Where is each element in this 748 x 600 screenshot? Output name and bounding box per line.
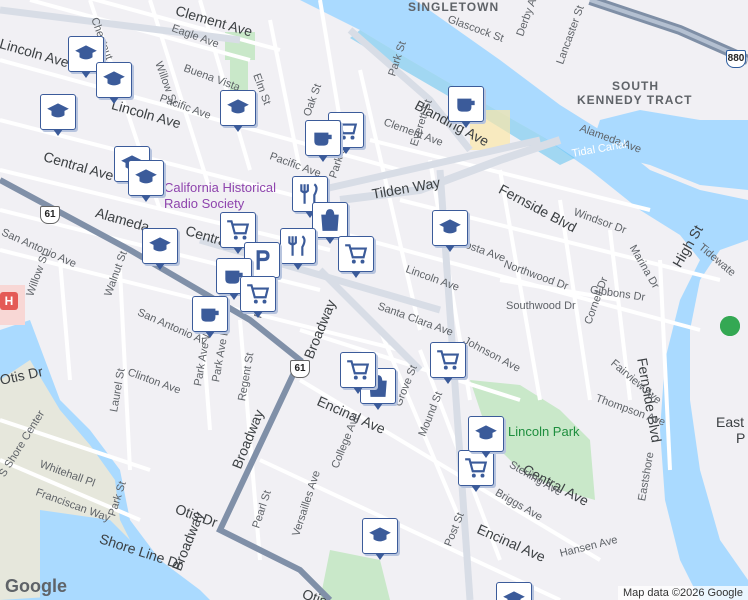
- marker-24[interactable]: [468, 416, 504, 458]
- school-icon: [475, 425, 497, 440]
- school-icon: [103, 71, 125, 86]
- interstate-880-shield: 880: [726, 50, 746, 68]
- neighborhood-label-singletown: SINGLETOWN: [408, 0, 500, 14]
- marker-17[interactable]: [240, 276, 276, 318]
- cafe-icon: [457, 98, 475, 112]
- marker-13[interactable]: [280, 228, 316, 270]
- parking-icon: [256, 250, 270, 270]
- marker-4[interactable]: [448, 86, 484, 128]
- marker-23[interactable]: [340, 352, 376, 394]
- marker-8[interactable]: [128, 160, 164, 202]
- shopping-cart-icon: [465, 458, 488, 478]
- area-label-east: East: [716, 414, 745, 430]
- shopping-cart-icon: [247, 284, 270, 304]
- school-icon: [47, 103, 69, 118]
- school-icon: [369, 527, 391, 542]
- park-label-lincoln-park[interactable]: Lincoln Park: [508, 424, 580, 439]
- marker-21[interactable]: [142, 228, 178, 270]
- shopping-cart-icon: [437, 350, 460, 370]
- map-canvas[interactable]: SINGLETOWN SOUTH KENNEDY TRACT Glascock …: [0, 0, 748, 600]
- school-icon: [227, 99, 249, 114]
- cafe-icon: [314, 132, 332, 146]
- shopping-cart-icon: [347, 360, 370, 380]
- marker-18[interactable]: [192, 296, 228, 338]
- marker-25[interactable]: [362, 518, 398, 560]
- marker-10[interactable]: [312, 202, 348, 244]
- route-61-shield: 61: [290, 360, 310, 378]
- marker-26[interactable]: [496, 582, 532, 600]
- poi-label-radio-society[interactable]: Radio Society: [164, 196, 244, 211]
- marker-6[interactable]: [305, 120, 341, 162]
- street-label-southwood: Southwood Dr: [506, 300, 576, 312]
- school-icon: [439, 219, 461, 234]
- shopping-cart-icon: [345, 244, 368, 264]
- school-icon: [135, 169, 157, 184]
- neighborhood-label-kennedy-tract: KENNEDY TRACT: [577, 93, 693, 107]
- neighborhood-label-south: SOUTH: [612, 79, 659, 93]
- marker-11[interactable]: [432, 210, 468, 252]
- route-61-shield: 61: [40, 206, 60, 224]
- shopping-cart-icon: [227, 220, 250, 240]
- poi-label-california-historical[interactable]: California Historical: [164, 180, 276, 195]
- hospital-icon[interactable]: H: [0, 292, 18, 310]
- marker-1[interactable]: [96, 62, 132, 104]
- marker-19[interactable]: [430, 342, 466, 384]
- school-icon: [503, 591, 525, 600]
- park-pin-icon[interactable]: [720, 316, 740, 336]
- google-logo[interactable]: Google: [5, 576, 67, 597]
- map-attribution[interactable]: Map data ©2026 Google: [617, 586, 748, 600]
- area-label-p: P: [736, 430, 746, 446]
- cafe-icon: [201, 308, 219, 322]
- marker-3[interactable]: [220, 90, 256, 132]
- shopping-bag-icon: [321, 209, 339, 231]
- school-icon: [75, 45, 97, 60]
- school-icon: [149, 237, 171, 252]
- marker-2[interactable]: [40, 94, 76, 136]
- restaurant-icon: [288, 235, 306, 256]
- marker-15[interactable]: [338, 236, 374, 278]
